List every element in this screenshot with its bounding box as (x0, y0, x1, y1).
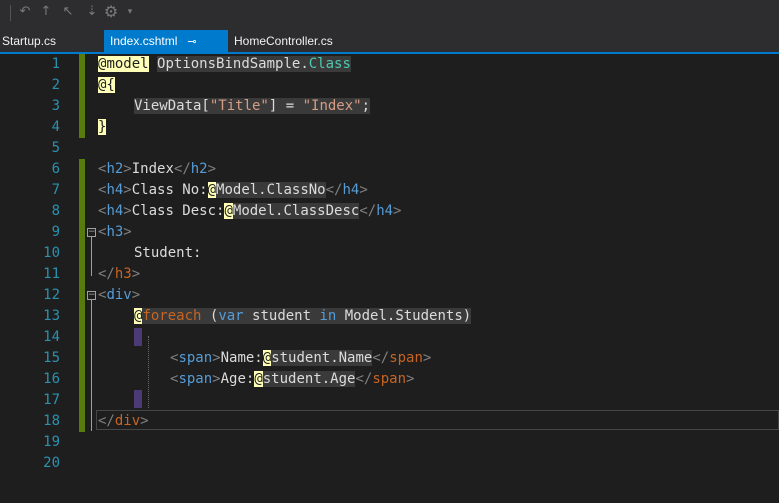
tab-label: Startup.cs (2, 34, 57, 48)
change-marker (79, 243, 85, 264)
code-text: Student: (134, 245, 202, 261)
code-text: <h3> (98, 224, 132, 240)
line-number: 9 (51, 224, 60, 240)
code-line-16: 16 <span>Age:@student.Age</span> (0, 369, 779, 390)
line-number: 1 (51, 56, 60, 72)
code-line-12: 12 − <div> (0, 285, 779, 306)
line-number: 2 (51, 77, 60, 93)
code-text: @{ (98, 77, 115, 93)
change-marker (79, 264, 85, 285)
code-line-1: 1 @model OptionsBindSample.Class (0, 54, 779, 75)
line-number: 20 (43, 455, 60, 471)
tab-label: Index.cshtml (110, 34, 178, 48)
line-number: 14 (43, 329, 60, 345)
code-line-6: 6 <h2>Index</h2> (0, 159, 779, 180)
code-line-11: 11 </h3> (0, 264, 779, 285)
toolbar: ↶ ↑ ↖ ⇣ ⚙ ▾ (0, 0, 779, 30)
toolbar-cursor-icon[interactable]: ↖ (60, 3, 76, 21)
code-line-9: 9 − <h3> (0, 222, 779, 243)
toolbar-gear-icon[interactable]: ⚙ (103, 3, 119, 21)
change-marker (79, 306, 85, 327)
line-number: 13 (43, 308, 60, 324)
code-line-13: 13 @foreach (var student in Model.Studen… (0, 306, 779, 327)
line-number: 8 (51, 203, 60, 219)
code-line-10: 10 Student: (0, 243, 779, 264)
change-marker (79, 159, 85, 180)
toolbar-bulb-icon[interactable]: ⇣ (84, 3, 100, 21)
change-marker (79, 285, 85, 306)
code-text: </h3> (98, 266, 141, 282)
tab-index-cshtml[interactable]: Index.cshtml ⊸ (104, 30, 228, 52)
change-marker (79, 390, 85, 411)
code-text: <h4>Class Desc:@Model.ClassDesc</h4> (98, 203, 402, 219)
code-text: <span>Name:@student.Name</span> (170, 350, 432, 366)
change-marker (79, 369, 85, 390)
code-text: } (98, 119, 107, 135)
code-line-7: 7 <h4>Class No:@Model.ClassNo</h4> (0, 180, 779, 201)
line-number: 6 (51, 161, 60, 177)
line-number: 12 (43, 287, 60, 303)
code-text: <span>Age:@student.Age</span> (170, 371, 415, 387)
tab-startup[interactable]: Startup.cs (0, 30, 62, 52)
code-text: ViewData["Title"] = "Index"; (134, 98, 371, 114)
toolbar-redo-icon[interactable]: ↑ (38, 3, 54, 21)
code-line-2: 2 @{ (0, 75, 779, 96)
code-line-19: 19 (0, 432, 779, 453)
change-marker (79, 117, 85, 138)
collapse-icon[interactable]: − (87, 291, 96, 300)
change-marker (79, 327, 85, 348)
line-number: 4 (51, 119, 60, 135)
code-text: </div> (98, 413, 149, 429)
line-number: 16 (43, 371, 60, 387)
line-number: 18 (43, 413, 60, 429)
code-text: <h2>Index</h2> (98, 161, 217, 177)
code-line-4: 4 } (0, 117, 779, 138)
change-marker (79, 222, 85, 243)
code-text: @foreach (var student in Model.Students) (134, 308, 472, 324)
code-line-14: 14 (0, 327, 779, 348)
change-marker (79, 96, 85, 117)
code-line-20: 20 (0, 453, 779, 474)
line-number: 5 (51, 140, 60, 156)
code-line-5: 5 (0, 138, 779, 159)
code-text: <h4>Class No:@Model.ClassNo</h4> (98, 182, 368, 198)
toolbar-dropdown-icon[interactable]: ▾ (122, 3, 138, 21)
tab-homecontroller[interactable]: HomeController.cs (228, 30, 339, 52)
code-line-17: 17 (0, 390, 779, 411)
document-tabs: Startup.cs Index.cshtml ⊸ HomeController.… (0, 30, 779, 52)
change-marker (79, 201, 85, 222)
collapse-icon[interactable]: − (87, 228, 96, 237)
line-number: 17 (43, 392, 60, 408)
line-number: 10 (43, 245, 60, 261)
change-marker (79, 75, 85, 96)
code-line-18: 18 </div> (0, 411, 779, 432)
change-marker (79, 348, 85, 369)
code-line-8: 8 <h4>Class Desc:@Model.ClassDesc</h4> (0, 201, 779, 222)
line-number: 11 (43, 266, 60, 282)
line-number: 7 (51, 182, 60, 198)
change-marker (79, 180, 85, 201)
code-line-3: 3 ViewData["Title"] = "Index"; (0, 96, 779, 117)
tab-label: HomeController.cs (234, 34, 333, 48)
toolbar-separator (10, 5, 11, 21)
code-line-15: 15 <span>Name:@student.Name</span> (0, 348, 779, 369)
line-number: 15 (43, 350, 60, 366)
code-text: @model OptionsBindSample.Class (98, 56, 351, 72)
line-number: 3 (51, 98, 60, 114)
code-editor[interactable]: 1 @model OptionsBindSample.Class 2 @{ 3 … (0, 54, 779, 503)
line-number: 19 (43, 434, 60, 450)
pin-icon[interactable]: ⊸ (187, 31, 196, 53)
toolbar-undo-icon[interactable]: ↶ (17, 3, 33, 21)
change-marker (79, 54, 85, 75)
code-text: <div> (98, 287, 141, 303)
change-marker (79, 411, 85, 432)
